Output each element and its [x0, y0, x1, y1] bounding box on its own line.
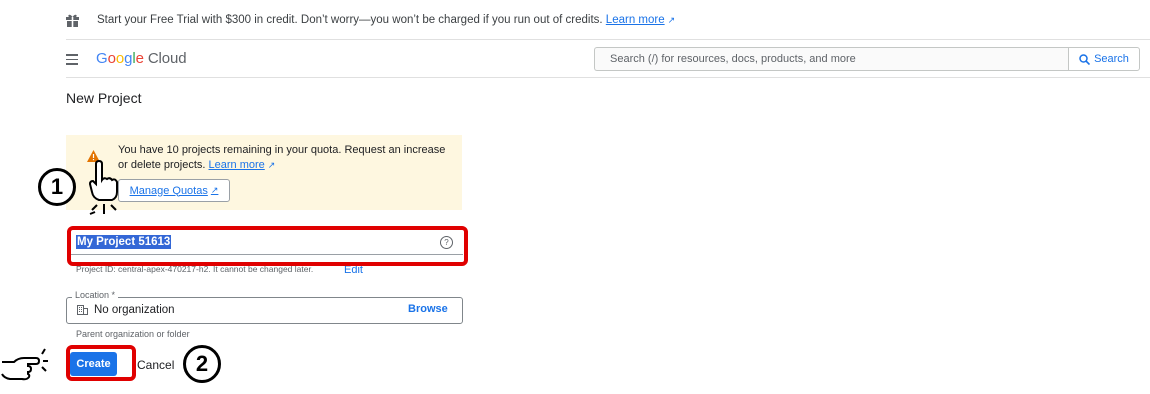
- organization-icon: [77, 305, 88, 315]
- location-help-text: Parent organization or folder: [76, 329, 190, 339]
- create-button-highlight: [66, 345, 136, 381]
- gift-icon: [66, 14, 79, 27]
- search-icon: [1079, 53, 1091, 65]
- banner-text: Start your Free Trial with $300 in credi…: [97, 14, 675, 26]
- external-link-icon: ↗: [267, 160, 276, 170]
- banner-message: Start your Free Trial with $300 in credi…: [97, 14, 603, 26]
- page-title: New Project: [66, 90, 142, 106]
- google-cloud-logo[interactable]: Google Cloud: [96, 50, 187, 67]
- step-2-marker: 2: [183, 345, 221, 383]
- logo-product-name: Cloud: [147, 50, 187, 67]
- pointing-hand-icon: [88, 160, 118, 215]
- manage-quotas-button[interactable]: Manage Quotas ↗: [118, 179, 230, 202]
- logo-letter: o: [107, 50, 116, 67]
- external-link-icon: ↗: [210, 185, 219, 195]
- banner-learn-more-link[interactable]: Learn more: [606, 14, 665, 26]
- quota-learn-more-link[interactable]: Learn more: [209, 159, 265, 171]
- browse-button[interactable]: Browse: [408, 303, 448, 315]
- location-label: Location *: [72, 290, 119, 300]
- project-name-highlight: [67, 226, 468, 266]
- quota-message: You have 10 projects remaining in your q…: [118, 144, 446, 171]
- quota-alert-text: You have 10 projects remaining in your q…: [118, 143, 448, 173]
- external-link-icon: ↗: [667, 15, 676, 25]
- divider: [66, 39, 1150, 40]
- divider: [66, 77, 1150, 78]
- cancel-button[interactable]: Cancel: [137, 358, 174, 372]
- location-value: No organization: [94, 304, 175, 316]
- search-input[interactable]: [610, 48, 1050, 70]
- main-menu-icon[interactable]: [66, 54, 78, 65]
- search-button-label: Search: [1094, 53, 1129, 65]
- logo-letter: G: [96, 50, 108, 67]
- search-button[interactable]: Search: [1068, 47, 1140, 71]
- logo-letter: e: [135, 50, 144, 67]
- step-1-marker: 1: [38, 168, 76, 206]
- pointing-hand-right-icon: [1, 348, 48, 381]
- manage-quotas-label: Manage Quotas: [129, 184, 208, 197]
- logo-letter: o: [115, 50, 125, 67]
- search-box[interactable]: [594, 47, 1068, 71]
